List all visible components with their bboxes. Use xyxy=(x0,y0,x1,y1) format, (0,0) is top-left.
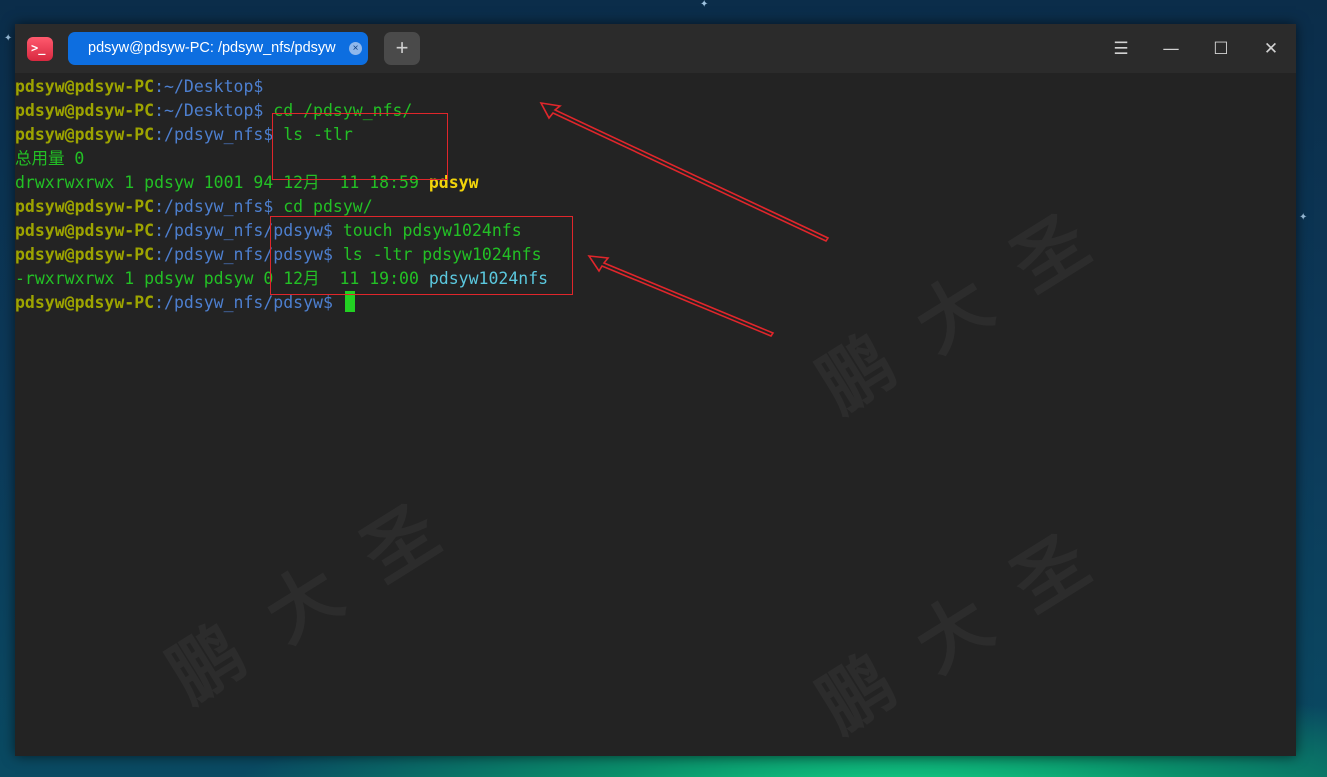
prompt-symbol: $ xyxy=(322,293,333,312)
menu-icon[interactable]: ☰ xyxy=(1108,36,1134,62)
tab-terminal-session[interactable]: pdsyw@pdsyw-PC: /pdsyw_nfs/pdsyw × xyxy=(68,32,368,65)
tab-close-icon[interactable]: × xyxy=(349,42,362,55)
output-text: 总用量 0 xyxy=(15,149,85,168)
prompt-user: pdsyw@pdsyw-PC xyxy=(15,245,155,264)
terminal-output[interactable]: 鹏大圣 鹏大圣 鹏大圣 pdsyw@pdsyw-PC:~/Desktop$ pd… xyxy=(15,73,1296,756)
star-decoration: ✦ xyxy=(4,33,13,44)
command-text xyxy=(333,293,343,312)
prompt-user: pdsyw@pdsyw-PC xyxy=(15,125,155,144)
prompt-path: :/pdsyw_nfs xyxy=(154,125,264,144)
close-icon[interactable]: ✕ xyxy=(1258,36,1284,62)
tab-label: pdsyw@pdsyw-PC: /pdsyw_nfs/pdsyw xyxy=(88,40,336,56)
star-decoration: ✦ xyxy=(700,0,709,10)
prompt-user: pdsyw@pdsyw-PC xyxy=(15,221,155,240)
prompt-symbol: $ xyxy=(253,77,264,96)
prompt-user: pdsyw@pdsyw-PC xyxy=(15,101,155,120)
prompt-symbol: $ xyxy=(253,101,264,120)
terminal-window: >_ pdsyw@pdsyw-PC: /pdsyw_nfs/pdsyw × + … xyxy=(15,24,1296,756)
watermark: 鹏大圣 xyxy=(145,452,491,722)
prompt-user: pdsyw@pdsyw-PC xyxy=(15,293,155,312)
title-bar[interactable]: >_ pdsyw@pdsyw-PC: /pdsyw_nfs/pdsyw × + … xyxy=(15,24,1296,73)
star-decoration: ✦ xyxy=(1299,212,1308,223)
terminal-line: pdsyw@pdsyw-PC:~/Desktop$ xyxy=(15,75,263,99)
watermark: 鹏大圣 xyxy=(795,162,1141,432)
highlight-box xyxy=(272,113,448,180)
prompt-path: :~/Desktop xyxy=(154,77,254,96)
prompt-user: pdsyw@pdsyw-PC xyxy=(15,197,155,216)
prompt-path: :~/Desktop xyxy=(154,101,254,120)
maximize-icon[interactable]: ☐ xyxy=(1208,36,1234,62)
prompt-path: :/pdsyw_nfs xyxy=(154,197,264,216)
prompt-user: pdsyw@pdsyw-PC xyxy=(15,77,155,96)
new-tab-button[interactable]: + xyxy=(384,32,420,65)
terminal-line: 总用量 0 xyxy=(15,147,84,171)
prompt-path: :/pdsyw_nfs/pdsyw xyxy=(154,293,323,312)
highlight-box xyxy=(270,216,573,295)
command-text: cd pdsyw/ xyxy=(273,197,373,216)
watermark: 鹏大圣 xyxy=(795,482,1141,752)
minimize-icon[interactable]: — xyxy=(1158,36,1184,62)
terminal-icon[interactable]: >_ xyxy=(27,37,53,61)
prompt-symbol: $ xyxy=(263,197,274,216)
